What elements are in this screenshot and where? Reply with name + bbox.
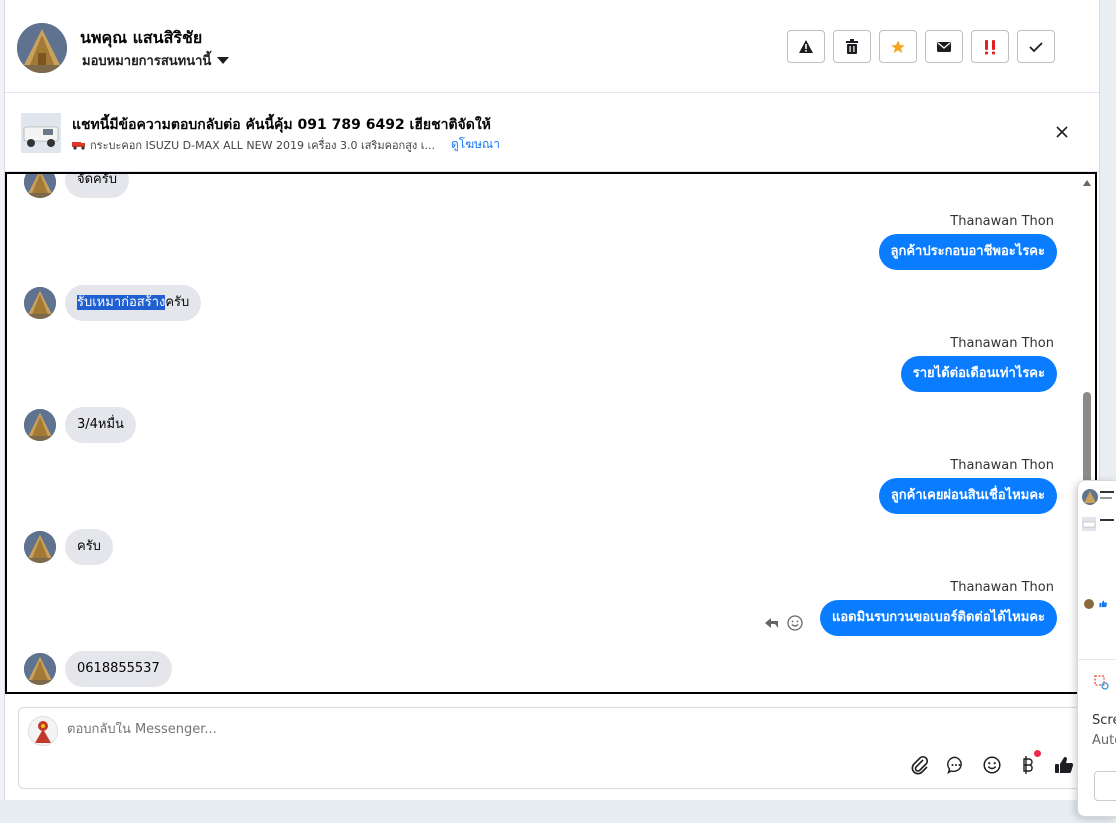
sender-name: Thanawan Thon [950, 214, 1054, 229]
contact-name: นพคุณ แสนสิริชัย [80, 28, 203, 47]
view-ad-link[interactable]: ดูโฆษณา [451, 135, 500, 154]
paperclip-icon [911, 755, 929, 775]
contact-avatar-small [24, 174, 56, 198]
payment-button[interactable] [1017, 750, 1041, 776]
side-popup-panel[interactable]: Scre Auto [1077, 480, 1116, 817]
ad-subtitle-text: กระบะคอก ISUZU D-MAX ALL NEW 2019 เครื่อ… [90, 139, 436, 152]
star-icon [891, 39, 905, 53]
chat-bubble-icon [947, 756, 962, 774]
sender-name: Thanawan Thon [950, 458, 1054, 473]
trash-icon [846, 38, 858, 54]
assign-label: มอบหมายการสนทนานี้ [82, 54, 212, 69]
mark-done-button[interactable] [1017, 30, 1055, 63]
sender-name: Thanawan Thon [950, 336, 1054, 351]
thumbs-up-icon [1099, 600, 1108, 608]
message-thread[interactable]: จัดครับ Thanawan Thon ลูกค้าประกอบอาชีพอ… [5, 172, 1097, 694]
snip-tool-subtitle: Auto [1092, 733, 1116, 748]
composer-tools [909, 750, 1075, 776]
emoji-react-icon[interactable] [787, 615, 803, 631]
star-button[interactable] [879, 30, 917, 63]
selected-text: รับเหมาก่อสร้าง [77, 295, 166, 310]
like-button[interactable] [1053, 754, 1075, 776]
scissors-icon[interactable] [1094, 675, 1110, 691]
message-hover-actions [765, 615, 803, 631]
delete-button[interactable] [833, 30, 871, 63]
outgoing-message: รายได้ต่อเดือนเท่าไรคะ [900, 356, 1057, 392]
incoming-message: ครับ [65, 529, 113, 565]
sender-name: Thanawan Thon [950, 580, 1054, 595]
outgoing-message: แอดมินรบกวนขอเบอร์ติดต่อได้ไหมคะ [819, 600, 1057, 636]
close-icon[interactable] [1054, 124, 1070, 140]
outgoing-message: ลูกค้าเคยผ่อนสินเชื่อไหมคะ [878, 478, 1057, 514]
check-icon [1029, 41, 1043, 52]
conversation-panel: นพคุณ แสนสิริชัย มอบหมายการสนทนานี้ แชทน… [4, 0, 1100, 800]
warning-icon [799, 39, 813, 53]
snip-tool-title: Scre [1092, 713, 1116, 728]
saved-replies-button[interactable] [945, 754, 967, 776]
caret-down-icon [217, 57, 230, 64]
notification-dot [1034, 750, 1041, 757]
contact-avatar-small [24, 531, 56, 563]
ad-context-banner: แชทนี้มีข้อความตอบกลับต่อ คันนี้คุ้ม 091… [5, 93, 1099, 172]
contact-avatar-mini [1082, 489, 1098, 505]
header-actions [787, 30, 1055, 63]
ad-title: แชทนี้มีข้อความตอบกลับต่อ คันนี้คุ้ม 091… [72, 117, 491, 133]
conversation-header: นพคุณ แสนสิริชัย มอบหมายการสนทนานี้ [5, 0, 1099, 93]
report-button[interactable] [787, 30, 825, 63]
emoji-button[interactable] [981, 754, 1003, 776]
incoming-message: 3/4หมื่น [65, 407, 136, 443]
contact-avatar[interactable] [17, 23, 67, 73]
message-composer [18, 707, 1086, 789]
incoming-message: จัดครับ [65, 174, 129, 198]
contact-avatar-small [24, 409, 56, 441]
truck-icon [72, 142, 85, 150]
contact-avatar-mini [1084, 599, 1094, 609]
reply-input[interactable] [67, 722, 667, 737]
attach-button[interactable] [909, 754, 931, 776]
scroll-up-arrow-icon[interactable] [1083, 180, 1091, 186]
baht-icon [1023, 756, 1033, 774]
bottom-edge [0, 800, 1116, 823]
double-exclamation-icon [985, 39, 995, 54]
ad-thumbnail [21, 113, 61, 153]
ad-subtitle: กระบะคอก ISUZU D-MAX ALL NEW 2019 เครื่อ… [72, 136, 435, 154]
contact-avatar-small [24, 653, 56, 685]
incoming-message: รับเหมาก่อสร้างครับ [65, 285, 202, 321]
side-action-button[interactable] [1094, 771, 1116, 801]
mark-unread-button[interactable] [925, 30, 963, 63]
incoming-message: 0618855537 [65, 651, 172, 687]
outgoing-message: ลูกค้าประกอบอาชีพอะไรคะ [878, 234, 1057, 270]
assign-conversation-dropdown[interactable]: มอบหมายการสนทนานี้ [82, 50, 230, 71]
reply-icon[interactable] [765, 617, 779, 629]
thumbs-up-icon [1055, 757, 1074, 774]
page-avatar [28, 716, 58, 746]
ad-thumbnail-mini [1082, 517, 1096, 531]
contact-avatar-small [24, 287, 56, 319]
important-button[interactable] [971, 30, 1009, 63]
emoji-icon [983, 756, 1001, 774]
message-text: ครับ [165, 295, 190, 310]
mail-icon [937, 41, 951, 52]
